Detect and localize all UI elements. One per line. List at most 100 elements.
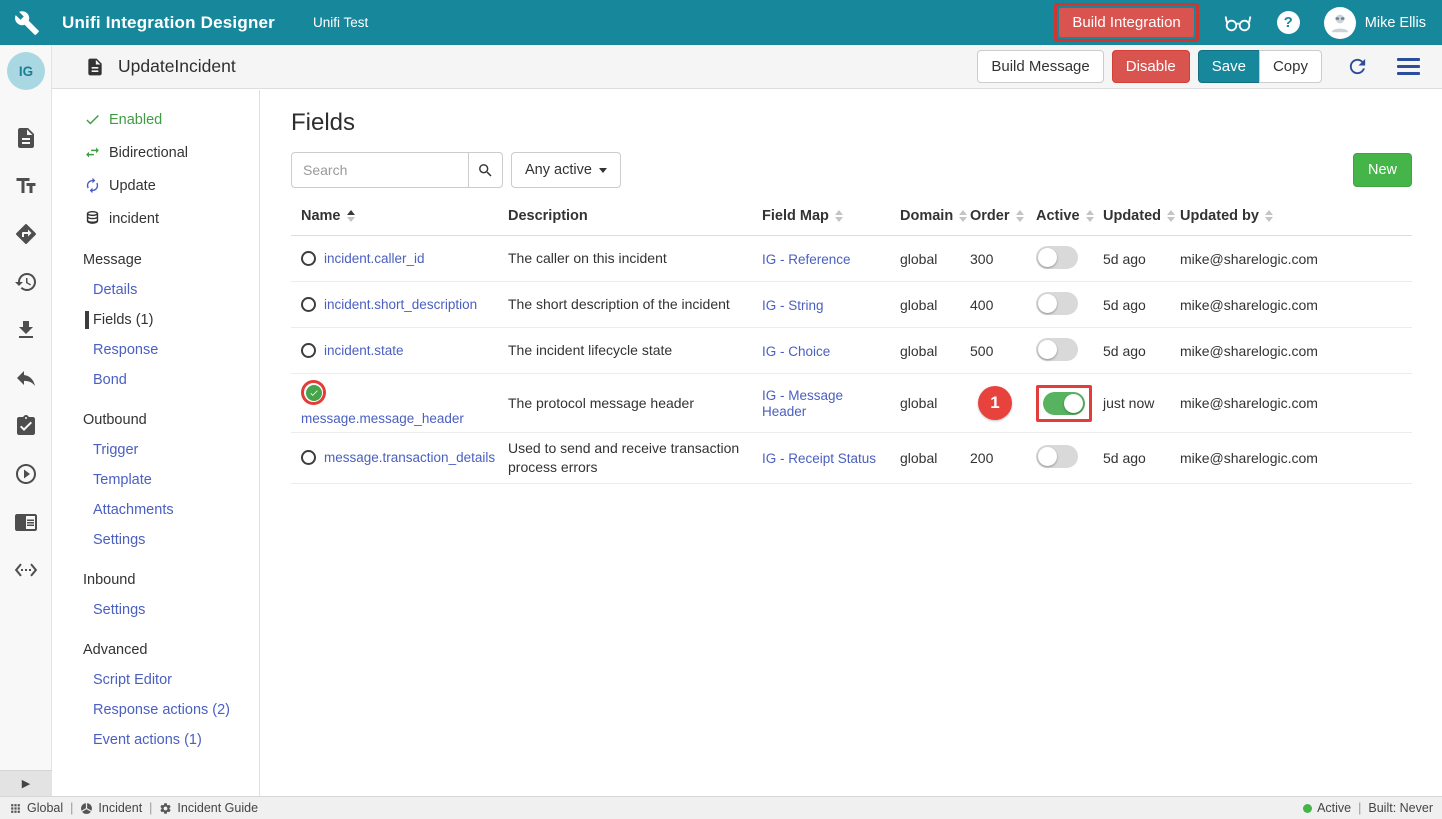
- field-name-link[interactable]: message.message_header: [301, 411, 464, 426]
- active-toggle[interactable]: [1036, 445, 1078, 468]
- refresh-icon[interactable]: [1346, 55, 1369, 78]
- field-name-link[interactable]: incident.state: [324, 343, 404, 358]
- field-description: The short description of the incident: [504, 289, 758, 320]
- build-message-button[interactable]: Build Message: [977, 50, 1103, 83]
- chevron-right-icon[interactable]: ▶: [0, 770, 52, 796]
- section-title-message: Message: [52, 235, 259, 275]
- field-updated-by: mike@sharelogic.com: [1176, 337, 1412, 365]
- sidebar-item-details[interactable]: Details: [52, 275, 259, 305]
- sidebar-item-enabled[interactable]: Enabled: [52, 103, 259, 136]
- search-icon[interactable]: [468, 152, 503, 188]
- column-header-description: Description: [504, 208, 758, 224]
- annotation-ring: [301, 380, 326, 405]
- refresh-icon: [84, 177, 101, 194]
- text-fields-icon[interactable]: [14, 174, 38, 198]
- sidebar-item-template[interactable]: Template: [52, 465, 259, 495]
- field-order: 300: [966, 245, 1032, 273]
- copy-button[interactable]: Copy: [1259, 50, 1322, 83]
- sidebar-item-outbound-settings[interactable]: Settings: [52, 525, 259, 555]
- reply-icon[interactable]: [14, 366, 38, 390]
- sidebar-item-attachments[interactable]: Attachments: [52, 495, 259, 525]
- column-header-order[interactable]: Order: [966, 208, 1032, 224]
- annotation-highlight-build-integration: Build Integration: [1054, 3, 1198, 42]
- field-domain: global: [896, 291, 966, 319]
- documentation-icon[interactable]: [14, 510, 38, 534]
- user-menu[interactable]: Mike Ellis: [1324, 7, 1426, 39]
- sort-icon: [1265, 210, 1273, 222]
- table-row: incident.short_description The short des…: [291, 282, 1412, 328]
- field-map-link[interactable]: IG - Reference: [762, 252, 851, 267]
- sidebar-item-response-actions[interactable]: Response actions (2): [52, 695, 259, 725]
- field-order: 400: [966, 291, 1032, 319]
- field-active-check-icon[interactable]: [306, 385, 322, 401]
- check-icon: [84, 111, 101, 128]
- field-updated: 5d ago: [1099, 337, 1176, 365]
- directions-icon[interactable]: [14, 222, 38, 246]
- integration-avatar[interactable]: IG: [7, 52, 45, 90]
- disable-button[interactable]: Disable: [1112, 50, 1190, 83]
- save-button[interactable]: Save: [1198, 50, 1260, 83]
- history-icon[interactable]: [14, 270, 38, 294]
- sidebar-item-incident[interactable]: incident: [52, 202, 259, 235]
- column-header-active[interactable]: Active: [1032, 208, 1099, 224]
- field-name-link[interactable]: incident.caller_id: [324, 251, 425, 266]
- field-name-link[interactable]: incident.short_description: [324, 297, 477, 312]
- active-toggle[interactable]: [1043, 392, 1085, 415]
- sidebar-item-bond[interactable]: Bond: [52, 365, 259, 395]
- field-inactive-icon[interactable]: [301, 297, 316, 312]
- column-header-name[interactable]: Name: [291, 208, 504, 224]
- glasses-icon[interactable]: [1223, 12, 1253, 34]
- column-header-domain[interactable]: Domain: [896, 208, 966, 224]
- statusbar-incident-guide[interactable]: Incident Guide: [159, 801, 258, 815]
- section-title-advanced: Advanced: [52, 625, 259, 665]
- menu-icon[interactable]: [1397, 58, 1420, 75]
- user-name: Mike Ellis: [1365, 15, 1426, 31]
- table-header: Name Description Field Map Domain Order …: [291, 208, 1412, 236]
- field-name-link[interactable]: message.transaction_details: [324, 450, 495, 465]
- sidebar-item-trigger[interactable]: Trigger: [52, 435, 259, 465]
- field-updated: 5d ago: [1099, 291, 1176, 319]
- search-input[interactable]: [291, 152, 469, 188]
- code-icon[interactable]: [14, 558, 38, 582]
- workspace-name[interactable]: Unifi Test: [313, 15, 368, 30]
- column-header-field-map[interactable]: Field Map: [758, 208, 896, 224]
- tasks-icon[interactable]: [14, 414, 38, 438]
- statusbar-global[interactable]: Global: [9, 801, 63, 815]
- field-updated-by: mike@sharelogic.com: [1176, 444, 1412, 472]
- column-header-updated-by[interactable]: Updated by: [1176, 208, 1412, 224]
- field-inactive-icon[interactable]: [301, 251, 316, 266]
- field-map-link[interactable]: IG - Message Header: [762, 388, 843, 419]
- active-toggle[interactable]: [1036, 338, 1078, 361]
- download-icon[interactable]: [14, 318, 38, 342]
- active-toggle[interactable]: [1036, 246, 1078, 269]
- swap-arrows-icon: [84, 144, 101, 161]
- column-header-updated[interactable]: Updated: [1099, 208, 1176, 224]
- sidebar-item-fields[interactable]: Fields (1): [52, 305, 259, 335]
- active-toggle[interactable]: [1036, 292, 1078, 315]
- active-filter-dropdown[interactable]: Any active: [511, 152, 621, 188]
- help-icon[interactable]: ?: [1277, 11, 1300, 34]
- build-integration-button[interactable]: Build Integration: [1059, 8, 1193, 37]
- grid-icon: [9, 802, 22, 815]
- top-navbar: Unifi Integration Designer Unifi Test Bu…: [0, 0, 1442, 45]
- document-icon[interactable]: [14, 126, 38, 150]
- table-row: incident.state The incident lifecycle st…: [291, 328, 1412, 374]
- field-inactive-icon[interactable]: [301, 343, 316, 358]
- sidebar-item-response[interactable]: Response: [52, 335, 259, 365]
- sidebar-item-bidirectional[interactable]: Bidirectional: [52, 136, 259, 169]
- field-map-link[interactable]: IG - Receipt Status: [762, 451, 876, 466]
- new-button[interactable]: New: [1353, 153, 1412, 187]
- status-bar: Global | Incident | Incident Guide Activ…: [0, 796, 1442, 819]
- field-map-link[interactable]: IG - String: [762, 298, 824, 313]
- play-circle-icon[interactable]: [14, 462, 38, 486]
- sidebar-item-update[interactable]: Update: [52, 169, 259, 202]
- sidebar-item-script-editor[interactable]: Script Editor: [52, 665, 259, 695]
- sidebar-item-event-actions[interactable]: Event actions (1): [52, 725, 259, 755]
- table-row: message.transaction_details Used to send…: [291, 433, 1412, 484]
- field-map-link[interactable]: IG - Choice: [762, 344, 830, 359]
- statusbar-incident[interactable]: Incident: [80, 801, 142, 815]
- field-inactive-icon[interactable]: [301, 450, 316, 465]
- page-title: UpdateIncident: [118, 56, 236, 77]
- field-updated-by: mike@sharelogic.com: [1176, 245, 1412, 273]
- sidebar-item-inbound-settings[interactable]: Settings: [52, 595, 259, 625]
